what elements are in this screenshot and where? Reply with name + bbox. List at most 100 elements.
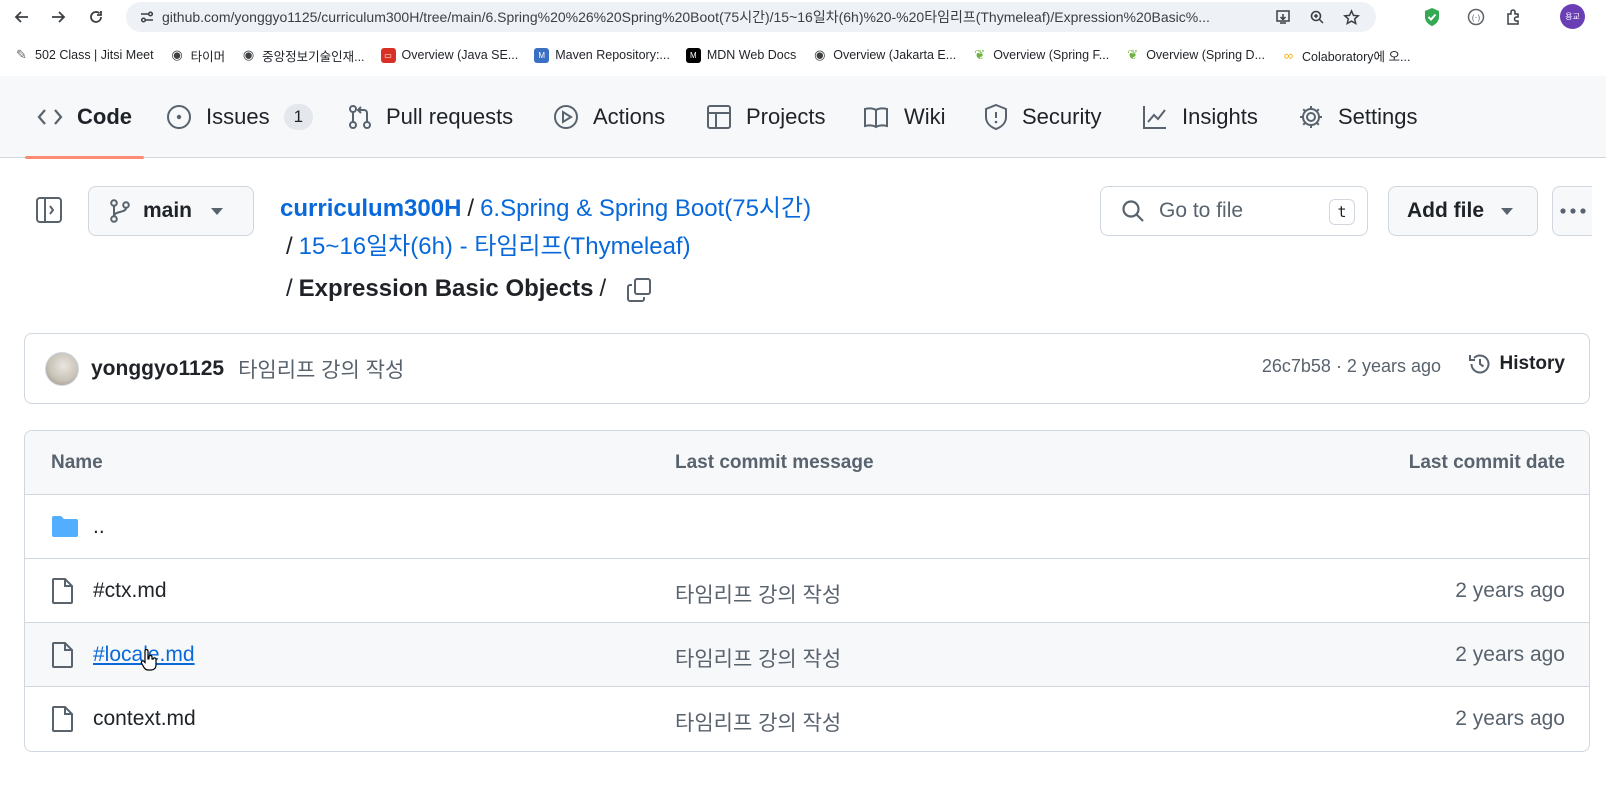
bookmarks-bar: ✎ 502 Class | Jitsi Meet ◉ 타이머 ◉ 중앙정보기술인재... ▭… bbox=[0, 38, 1606, 72]
add-file-button[interactable]: Add file bbox=[1388, 186, 1538, 236]
tab-projects[interactable]: Projects bbox=[706, 76, 825, 158]
svg-text:(·): (·) bbox=[1472, 14, 1481, 23]
adblock-shield-icon[interactable] bbox=[1420, 5, 1444, 29]
globe-icon: ◉ bbox=[171, 47, 183, 62]
sidebar-expand-icon bbox=[36, 197, 62, 223]
file-table: Name Last commit message Last commit dat… bbox=[24, 430, 1590, 752]
table-row[interactable]: #locale.md 타임리프 강의 작성 2 years ago bbox=[25, 623, 1589, 687]
bookmark-item[interactable]: ◉ Overview (Jakarta E... bbox=[812, 47, 957, 63]
go-to-file-input[interactable]: Go to file t bbox=[1100, 186, 1368, 236]
file-commit-message[interactable]: 타임리프 강의 작성 bbox=[675, 707, 841, 737]
table-row[interactable]: #ctx.md 타임리프 강의 작성 2 years ago bbox=[25, 559, 1589, 623]
tab-actions[interactable]: Actions bbox=[553, 76, 665, 158]
bookmark-star-icon[interactable] bbox=[1340, 6, 1362, 28]
commit-message[interactable]: 타임리프 강의 작성 bbox=[238, 354, 404, 384]
breadcrumb-separator: / bbox=[467, 195, 475, 222]
tab-wiki[interactable]: Wiki bbox=[862, 76, 946, 158]
bookmark-label: MDN Web Docs bbox=[706, 48, 797, 62]
extension-icon[interactable]: (·) bbox=[1464, 5, 1488, 29]
bookmark-label: Overview (Spring D... bbox=[1146, 48, 1265, 62]
hand-pointer-cursor-icon bbox=[140, 649, 157, 671]
bookmark-item[interactable]: ◉ 중앙정보기술인재... bbox=[241, 46, 365, 65]
file-commit-date: 2 years ago bbox=[1455, 579, 1565, 602]
tab-pull-requests[interactable]: Pull requests bbox=[348, 76, 513, 158]
bookmark-item[interactable]: ▭ Overview (Java SE... bbox=[380, 47, 518, 63]
zoom-icon[interactable] bbox=[1306, 6, 1328, 28]
history-label: History bbox=[1499, 353, 1565, 374]
table-header: Name Last commit message Last commit dat… bbox=[25, 431, 1589, 495]
back-icon[interactable] bbox=[10, 5, 34, 29]
bookmark-label: 타이머 bbox=[190, 49, 226, 64]
column-header-message: Last commit message bbox=[675, 452, 874, 473]
bookmark-item[interactable]: ❦ Overview (Spring D... bbox=[1125, 47, 1265, 63]
book-icon bbox=[864, 107, 888, 129]
bookmark-item[interactable]: M MDN Web Docs bbox=[685, 47, 797, 63]
search-icon bbox=[1122, 200, 1144, 222]
file-commit-date: 2 years ago bbox=[1455, 707, 1565, 730]
bookmark-label: Overview (Spring F... bbox=[993, 48, 1110, 62]
globe-icon: ◉ bbox=[814, 47, 826, 62]
tab-insights[interactable]: Insights bbox=[1142, 76, 1258, 158]
code-icon bbox=[37, 109, 63, 125]
spring-icon: ❦ bbox=[1127, 47, 1139, 62]
parent-directory-link[interactable]: .. bbox=[93, 515, 105, 539]
parent-directory-row[interactable]: .. bbox=[25, 495, 1589, 559]
shortcut-key-badge: t bbox=[1329, 199, 1355, 225]
tab-settings[interactable]: Settings bbox=[1298, 76, 1418, 158]
bookmark-item[interactable]: ◉ 타이머 bbox=[170, 46, 226, 65]
commit-author[interactable]: yonggyo1125 bbox=[91, 357, 224, 381]
maven-icon: M bbox=[534, 47, 550, 63]
file-name-link[interactable]: context.md bbox=[93, 707, 196, 731]
bookmark-item[interactable]: ✎ 502 Class | Jitsi Meet bbox=[14, 47, 154, 63]
file-name-link[interactable]: #ctx.md bbox=[93, 579, 167, 603]
chevron-down-icon bbox=[1501, 208, 1513, 215]
bookmark-item[interactable]: M Maven Repository:... bbox=[534, 47, 670, 63]
spring-icon: ❦ bbox=[974, 47, 986, 62]
file-icon bbox=[52, 706, 73, 732]
bookmark-item[interactable]: ∞ Colaboratory에 오... bbox=[1281, 46, 1411, 65]
site-info-icon[interactable] bbox=[136, 6, 158, 28]
tab-label: Wiki bbox=[904, 104, 946, 129]
latest-commit-box: yonggyo1125 타임리프 강의 작성 26c7b58 · 2 years… bbox=[24, 333, 1590, 404]
file-commit-message[interactable]: 타임리프 강의 작성 bbox=[675, 643, 841, 673]
file-icon bbox=[52, 642, 73, 668]
chevron-down-icon bbox=[211, 208, 224, 215]
tab-security[interactable]: Security bbox=[984, 76, 1101, 158]
column-header-name: Name bbox=[51, 452, 103, 473]
sidebar-toggle-button[interactable] bbox=[34, 195, 64, 225]
branch-selector[interactable]: main bbox=[88, 186, 254, 236]
tab-code[interactable]: Code bbox=[25, 76, 144, 159]
profile-avatar[interactable]: 용교 bbox=[1560, 4, 1585, 29]
avatar[interactable] bbox=[45, 351, 79, 386]
mdn-icon: M bbox=[685, 47, 701, 63]
jitsi-icon: ✎ bbox=[16, 47, 27, 62]
column-header-date: Last commit date bbox=[1408, 452, 1565, 473]
bookmark-item[interactable]: ❦ Overview (Spring F... bbox=[972, 47, 1110, 63]
history-button[interactable]: History bbox=[1468, 352, 1565, 376]
graph-icon bbox=[1143, 106, 1166, 129]
copy-icon bbox=[627, 277, 652, 302]
tab-label: Actions bbox=[593, 104, 666, 129]
breadcrumb-level1-link[interactable]: 6.Spring & Spring Boot(75시간) bbox=[480, 195, 811, 222]
install-app-icon[interactable] bbox=[1272, 6, 1294, 28]
url-text: github.com/yonggyo1125/curriculum300H/tr… bbox=[162, 9, 1210, 25]
more-options-button[interactable] bbox=[1552, 186, 1592, 236]
tab-label: Insights bbox=[1182, 104, 1258, 129]
file-commit-message[interactable]: 타임리프 강의 작성 bbox=[675, 579, 841, 609]
file-icon bbox=[52, 578, 73, 604]
breadcrumb-repo-link[interactable]: curriculum300H bbox=[280, 195, 461, 222]
bookmark-label: Maven Repository:... bbox=[555, 48, 670, 62]
extensions-puzzle-icon[interactable] bbox=[1502, 5, 1526, 29]
issues-count-badge: 1 bbox=[283, 104, 314, 130]
tab-issues[interactable]: Issues 1 bbox=[166, 76, 314, 158]
address-bar[interactable]: github.com/yonggyo1125/curriculum300H/tr… bbox=[126, 2, 1376, 32]
forward-icon[interactable] bbox=[46, 5, 70, 29]
branch-name: main bbox=[143, 199, 193, 222]
breadcrumb-level2-link[interactable]: 15~16일차(6h) - 타임리프(Thymeleaf) bbox=[299, 233, 691, 260]
copy-path-button[interactable] bbox=[626, 277, 652, 303]
reload-icon[interactable] bbox=[84, 5, 108, 29]
bookmark-label: Overview (Jakarta E... bbox=[833, 48, 957, 62]
breadcrumb: curriculum300H/6.Spring & Spring Boot(75… bbox=[280, 190, 840, 308]
table-row[interactable]: context.md 타임리프 강의 작성 2 years ago bbox=[25, 687, 1589, 751]
commit-hash-and-time[interactable]: 26c7b58 · 2 years ago bbox=[1262, 356, 1441, 377]
